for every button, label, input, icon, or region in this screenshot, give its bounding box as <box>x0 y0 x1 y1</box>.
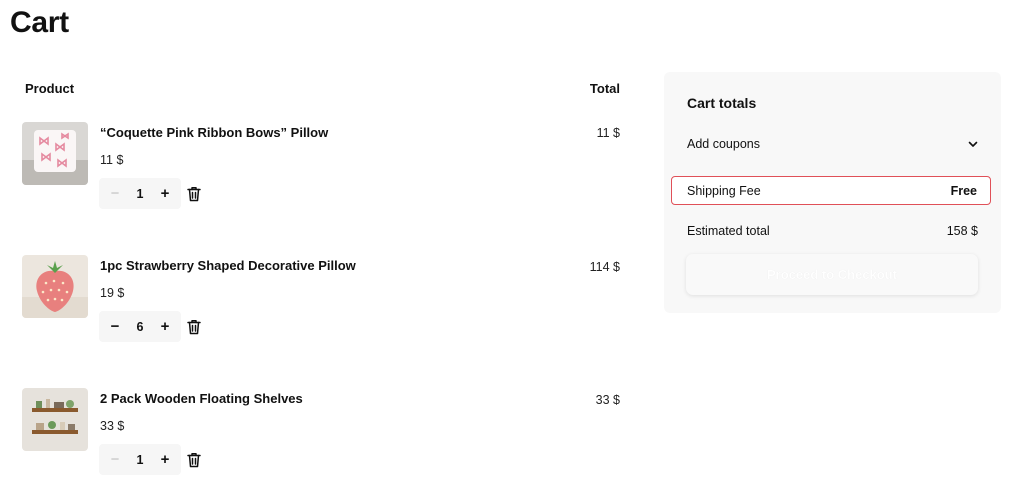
item-unit-price: 11 $ <box>100 153 124 167</box>
cart-item-wooden-shelves: 2 Pack Wooden Floating Shelves 33 $ 33 $… <box>0 388 640 487</box>
item-name[interactable]: 1pc Strawberry Shaped Decorative Pillow <box>100 258 356 273</box>
quantity-stepper: − 1 + <box>99 444 181 475</box>
shipping-fee-label: Shipping Fee <box>687 183 761 198</box>
decrement-button[interactable]: − <box>109 452 121 467</box>
increment-button[interactable]: + <box>159 186 171 201</box>
quantity-value: 1 <box>136 186 144 201</box>
increment-button[interactable]: + <box>159 452 171 467</box>
cart-totals-title: Cart totals <box>687 95 757 111</box>
item-name[interactable]: “Coquette Pink Ribbon Bows” Pillow <box>100 125 328 140</box>
item-name[interactable]: 2 Pack Wooden Floating Shelves <box>100 391 303 406</box>
shipping-fee-row: Shipping Fee Free <box>671 176 991 205</box>
item-unit-price: 33 $ <box>100 419 125 433</box>
chevron-down-icon <box>968 141 978 147</box>
quantity-stepper: − 6 + <box>99 311 181 342</box>
item-line-total: 11 $ <box>596 126 620 140</box>
shipping-fee-value: Free <box>950 183 977 198</box>
product-thumbnail[interactable] <box>22 388 88 451</box>
item-line-total: 33 $ <box>595 393 620 407</box>
cart-item-strawberry-pillow: 1pc Strawberry Shaped Decorative Pillow … <box>0 255 640 355</box>
estimated-total-value: 158 $ <box>946 224 978 238</box>
trash-icon[interactable] <box>187 452 201 468</box>
product-thumbnail[interactable] <box>22 255 88 318</box>
add-coupons-label: Add coupons <box>687 137 760 151</box>
item-line-total: 114 $ <box>589 260 620 274</box>
item-unit-price: 19 $ <box>100 286 125 300</box>
proceed-to-checkout-button[interactable]: Proceed to Checkout <box>686 254 978 295</box>
cart-totals-panel: Cart totals Add coupons Shipping Fee Fre… <box>664 72 1001 313</box>
trash-icon[interactable] <box>187 319 201 335</box>
page-title: Cart <box>10 6 69 39</box>
trash-icon[interactable] <box>187 186 201 202</box>
total-column-header: Total <box>589 81 620 96</box>
decrement-button[interactable]: − <box>109 319 121 334</box>
quantity-stepper: − 1 + <box>99 178 181 209</box>
decrement-button[interactable]: − <box>109 186 121 201</box>
quantity-value: 6 <box>136 319 144 334</box>
estimated-total-label: Estimated total <box>687 224 770 238</box>
quantity-value: 1 <box>136 452 144 467</box>
product-thumbnail[interactable] <box>22 122 88 185</box>
product-column-header: Product <box>25 81 75 96</box>
add-coupons-toggle[interactable]: Add coupons <box>687 136 978 152</box>
cart-item-ribbon-pillow: “Coquette Pink Ribbon Bows” Pillow 11 $ … <box>0 122 640 222</box>
increment-button[interactable]: + <box>159 319 171 334</box>
estimated-total-row: Estimated total 158 $ <box>687 224 978 238</box>
